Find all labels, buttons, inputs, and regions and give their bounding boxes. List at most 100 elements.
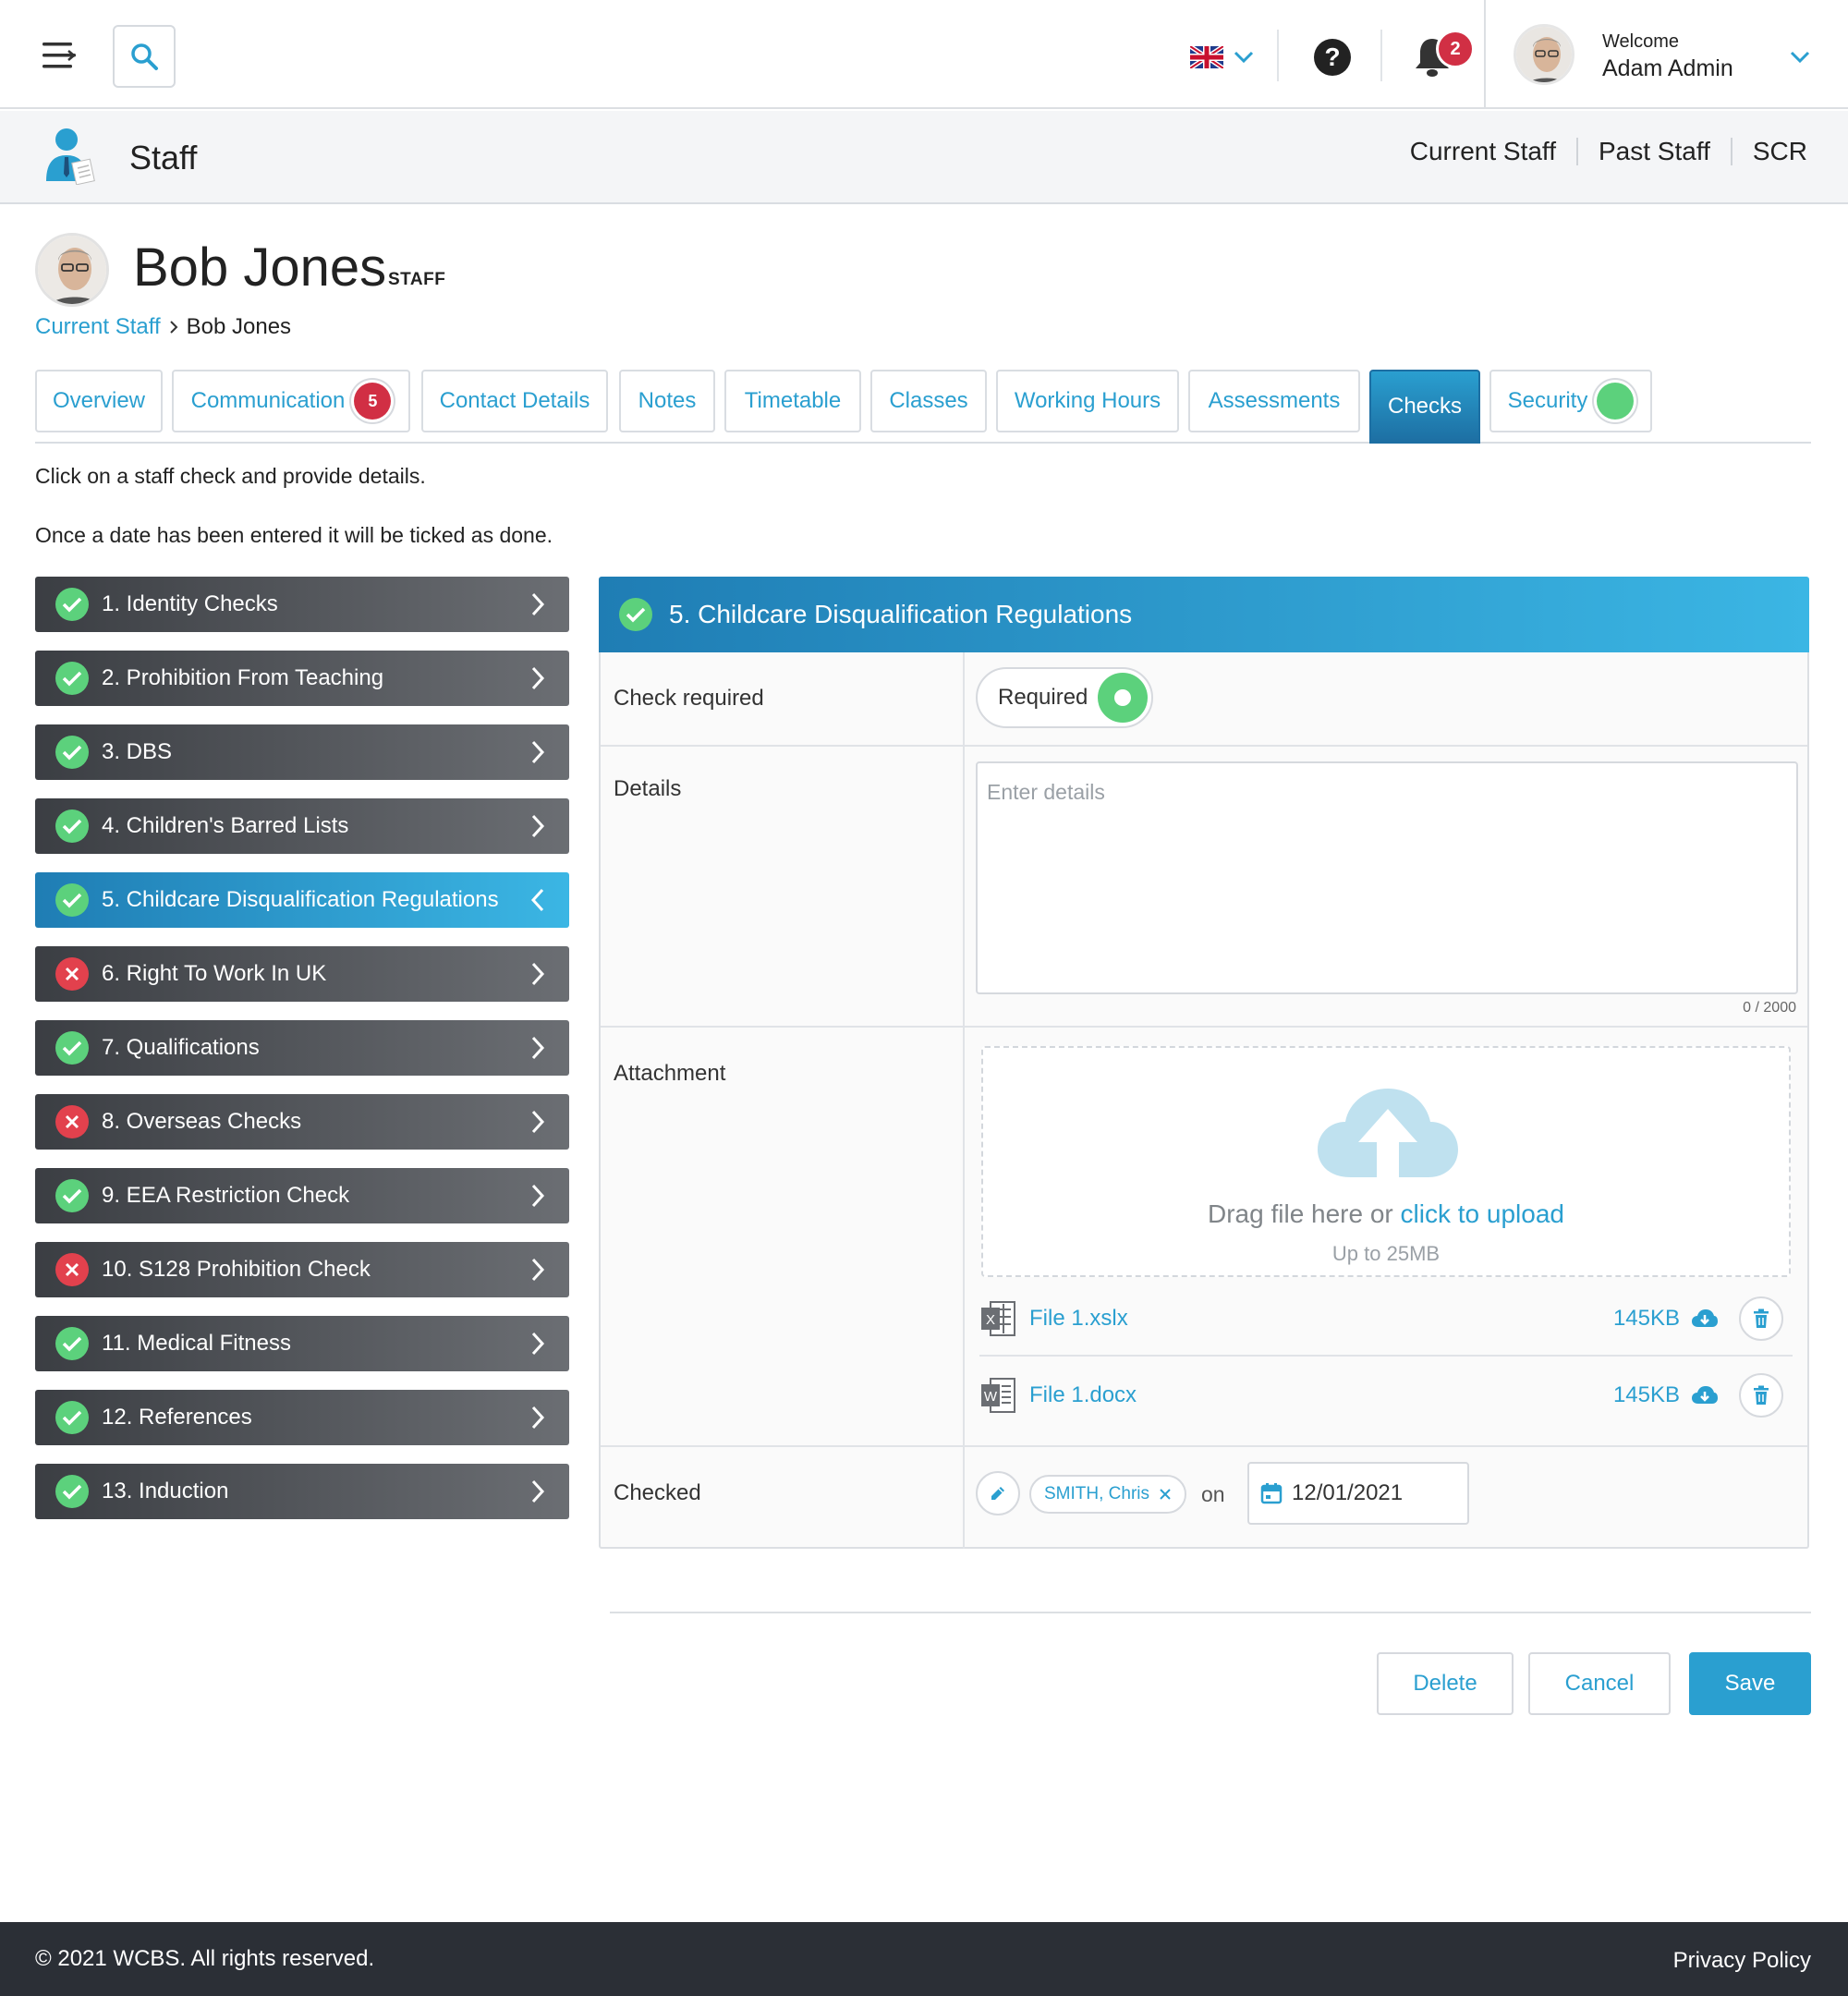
section-title: Staff	[129, 139, 198, 176]
avatar	[1514, 24, 1574, 85]
tab-contact-details[interactable]: Contact Details	[421, 370, 608, 432]
check-item[interactable]: 9. EEA Restriction Check	[35, 1168, 569, 1223]
tab-label: Checks	[1387, 394, 1463, 419]
check-done-icon	[55, 1401, 89, 1434]
tab-security[interactable]: Security	[1489, 370, 1652, 432]
file-size: 145KB	[1612, 1382, 1680, 1407]
upload-dropzone[interactable]: Drag file here or click to upload Up to …	[981, 1046, 1791, 1277]
menu-icon[interactable]	[41, 37, 78, 74]
panel-title: 5. Childcare Disqualification Regulation…	[669, 600, 1133, 628]
chevron-left-icon	[519, 887, 556, 913]
file-name[interactable]: File 1.docx	[1029, 1382, 1613, 1408]
breadcrumb-parent[interactable]: Current Staff	[35, 314, 161, 340]
welcome-text: Welcome	[1602, 31, 1679, 52]
nav-current-staff[interactable]: Current Staff	[1390, 137, 1576, 166]
row-check-required: Check required Required	[601, 652, 1807, 745]
privacy-policy-link[interactable]: Privacy Policy	[1673, 1948, 1811, 1974]
chevron-right-icon	[519, 961, 556, 987]
profile-tabs: Overview Communication 5 Contact Details …	[35, 370, 1811, 444]
checked-date-input[interactable]: 12/01/2021	[1247, 1462, 1469, 1525]
download-icon[interactable]	[1691, 1385, 1719, 1406]
check-done-icon	[55, 1031, 89, 1065]
staff-icon	[46, 128, 95, 185]
cancel-button[interactable]: Cancel	[1528, 1652, 1671, 1715]
check-item[interactable]: 4. Children's Barred Lists	[35, 798, 569, 854]
chevron-down-icon	[1790, 51, 1810, 64]
check-label: 13. Induction	[102, 1479, 229, 1503]
toggle-knob	[1098, 673, 1148, 723]
check-item[interactable]: 3. DBS	[35, 724, 569, 780]
file-size: 145KB	[1612, 1306, 1680, 1331]
check-done-icon	[55, 588, 89, 621]
tab-assessments[interactable]: Assessments	[1188, 370, 1360, 432]
tab-label: Communication	[190, 388, 346, 413]
delete-file-button[interactable]	[1739, 1373, 1783, 1418]
tab-label: Assessments	[1208, 388, 1341, 413]
help-icon[interactable]: ?	[1314, 39, 1351, 76]
on-text: on	[1201, 1482, 1225, 1506]
edit-checker-button[interactable]	[976, 1471, 1020, 1515]
check-item[interactable]: 1. Identity Checks	[35, 577, 569, 632]
download-icon[interactable]	[1691, 1308, 1719, 1329]
top-bar: ? 2 Welcome Adam Admin	[0, 0, 1848, 109]
section-nav: Current Staff Past Staff SCR	[1390, 137, 1807, 166]
details-textarea[interactable]	[976, 761, 1798, 994]
check-label: 2. Prohibition From Teaching	[102, 665, 384, 690]
check-item[interactable]: 10. S128 Prohibition Check	[35, 1242, 569, 1297]
tab-timetable[interactable]: Timetable	[724, 370, 861, 432]
footer: © 2021 WCBS. All rights reserved. Privac…	[0, 1922, 1848, 1996]
click-to-upload-link[interactable]: click to upload	[1401, 1199, 1564, 1228]
delete-button[interactable]: Delete	[1377, 1652, 1514, 1715]
check-item[interactable]: 12. References	[35, 1390, 569, 1445]
check-item[interactable]: 13. Induction	[35, 1464, 569, 1519]
check-label: 7. Qualifications	[102, 1035, 260, 1060]
language-selector[interactable]	[1190, 41, 1264, 74]
tab-classes[interactable]: Classes	[870, 370, 987, 432]
check-item[interactable]: 11. Medical Fitness	[35, 1316, 569, 1371]
chevron-right-icon	[169, 321, 178, 334]
check-label: 12. References	[102, 1405, 252, 1430]
check-missing-icon	[55, 1253, 89, 1286]
check-done-icon	[55, 883, 89, 917]
nav-scr[interactable]: SCR	[1732, 137, 1807, 166]
tab-communication[interactable]: Communication 5	[172, 370, 410, 432]
checked-label: Checked	[614, 1480, 701, 1505]
file-row: X File 1.xslx 145KB	[979, 1283, 1793, 1357]
user-menu[interactable]: Welcome Adam Admin	[1484, 0, 1848, 109]
nav-past-staff[interactable]: Past Staff	[1578, 137, 1731, 166]
check-item[interactable]: 5. Childcare Disqualification Regulation…	[35, 872, 569, 928]
checked-by-chip: SMITH, Chris	[1029, 1475, 1186, 1514]
row-checked: Checked SMITH, Chris on 12/01/2021	[601, 1445, 1807, 1549]
delete-file-button[interactable]	[1739, 1296, 1783, 1341]
check-item[interactable]: 7. Qualifications	[35, 1020, 569, 1076]
tab-checks[interactable]: Checks	[1369, 370, 1480, 444]
divider	[1380, 30, 1382, 81]
tab-label: Security	[1507, 388, 1588, 413]
close-icon[interactable]	[1159, 1488, 1172, 1501]
chevron-right-icon	[519, 1257, 556, 1283]
tab-label: Timetable	[744, 388, 842, 413]
divider	[1277, 30, 1279, 81]
trash-icon	[1754, 1308, 1769, 1328]
save-button[interactable]: Save	[1689, 1652, 1811, 1715]
check-missing-icon	[55, 1105, 89, 1138]
cloud-upload-icon	[1318, 1089, 1458, 1177]
tab-label: Contact Details	[439, 388, 590, 413]
required-toggle[interactable]: Required	[976, 667, 1153, 728]
file-name[interactable]: File 1.xslx	[1029, 1306, 1613, 1332]
check-label: 8. Overseas Checks	[102, 1109, 302, 1134]
chevron-down-icon	[1234, 51, 1254, 64]
check-item[interactable]: 2. Prohibition From Teaching	[35, 651, 569, 706]
search-button[interactable]	[113, 25, 176, 88]
tab-working-hours[interactable]: Working Hours	[996, 370, 1179, 432]
check-item[interactable]: 8. Overseas Checks	[35, 1094, 569, 1150]
tab-overview[interactable]: Overview	[35, 370, 163, 432]
excel-file-icon: X	[981, 1301, 1015, 1336]
check-item[interactable]: 6. Right To Work In UK	[35, 946, 569, 1002]
tab-label: Overview	[52, 388, 146, 413]
profile-avatar	[35, 233, 109, 307]
breadcrumb-current: Bob Jones	[186, 314, 292, 339]
tab-notes[interactable]: Notes	[619, 370, 715, 432]
tab-label: Classes	[889, 388, 968, 413]
drop-text: Drag file here or click to upload	[983, 1199, 1789, 1229]
